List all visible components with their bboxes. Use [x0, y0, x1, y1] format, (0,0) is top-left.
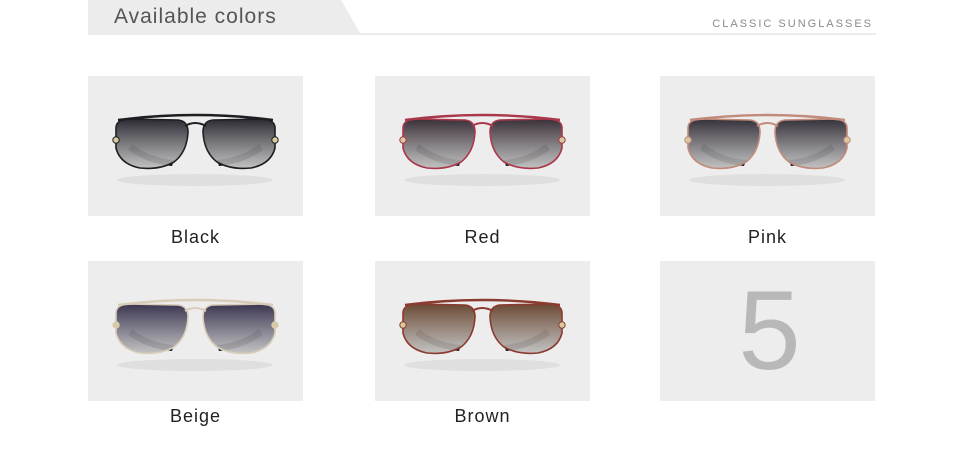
bridge — [471, 122, 494, 127]
sunglasses-icon — [399, 298, 566, 371]
lens-left — [402, 303, 476, 355]
hinge-right — [271, 136, 279, 144]
sunglasses-icon — [112, 113, 279, 186]
lens-left — [402, 118, 476, 170]
shadow — [689, 174, 845, 186]
color-swatch-brown[interactable] — [375, 261, 590, 401]
bridge — [184, 307, 207, 312]
hinge-right — [558, 321, 566, 329]
shadow — [404, 359, 560, 371]
hinge-left — [399, 321, 407, 329]
bridge — [184, 122, 207, 127]
color-count: 5 — [738, 268, 801, 393]
color-swatch-black[interactable] — [88, 76, 303, 216]
color-label-brown: Brown — [454, 406, 511, 426]
hinge-right — [558, 136, 566, 144]
color-label-black: Black — [170, 227, 220, 247]
shadow — [404, 174, 560, 186]
sunglasses-icon — [399, 113, 566, 186]
hinge-left — [684, 136, 692, 144]
lens-left — [115, 303, 189, 355]
lens-right — [489, 303, 563, 355]
color-label-beige: Beige — [169, 406, 222, 426]
color-count-tile: 5 — [660, 261, 875, 401]
hinge-left — [112, 136, 120, 144]
sunglasses-icon — [684, 113, 851, 186]
color-label-red: Red — [464, 227, 501, 247]
lens-left — [115, 118, 189, 170]
color-swatch-pink[interactable] — [660, 76, 875, 216]
section-subtitle: CLASSIC SUNGLASSES — [712, 18, 873, 30]
lens-right — [774, 118, 848, 170]
hinge-left — [399, 136, 407, 144]
bridge — [756, 122, 779, 127]
shadow — [117, 359, 273, 371]
hinge-right — [271, 321, 279, 329]
shadow — [117, 174, 273, 186]
lens-right — [489, 118, 563, 170]
hinge-left — [112, 321, 120, 329]
lens-right — [202, 118, 276, 170]
sunglasses-icon — [112, 298, 279, 371]
header-divider — [88, 33, 876, 35]
hinge-right — [843, 136, 851, 144]
color-swatch-beige[interactable] — [88, 261, 303, 401]
color-swatch-red[interactable] — [375, 76, 590, 216]
lens-left — [687, 118, 761, 170]
section-title: Available colors — [114, 5, 277, 28]
color-label-pink: Pink — [747, 227, 787, 247]
lens-right — [202, 303, 276, 355]
bridge — [471, 307, 494, 312]
